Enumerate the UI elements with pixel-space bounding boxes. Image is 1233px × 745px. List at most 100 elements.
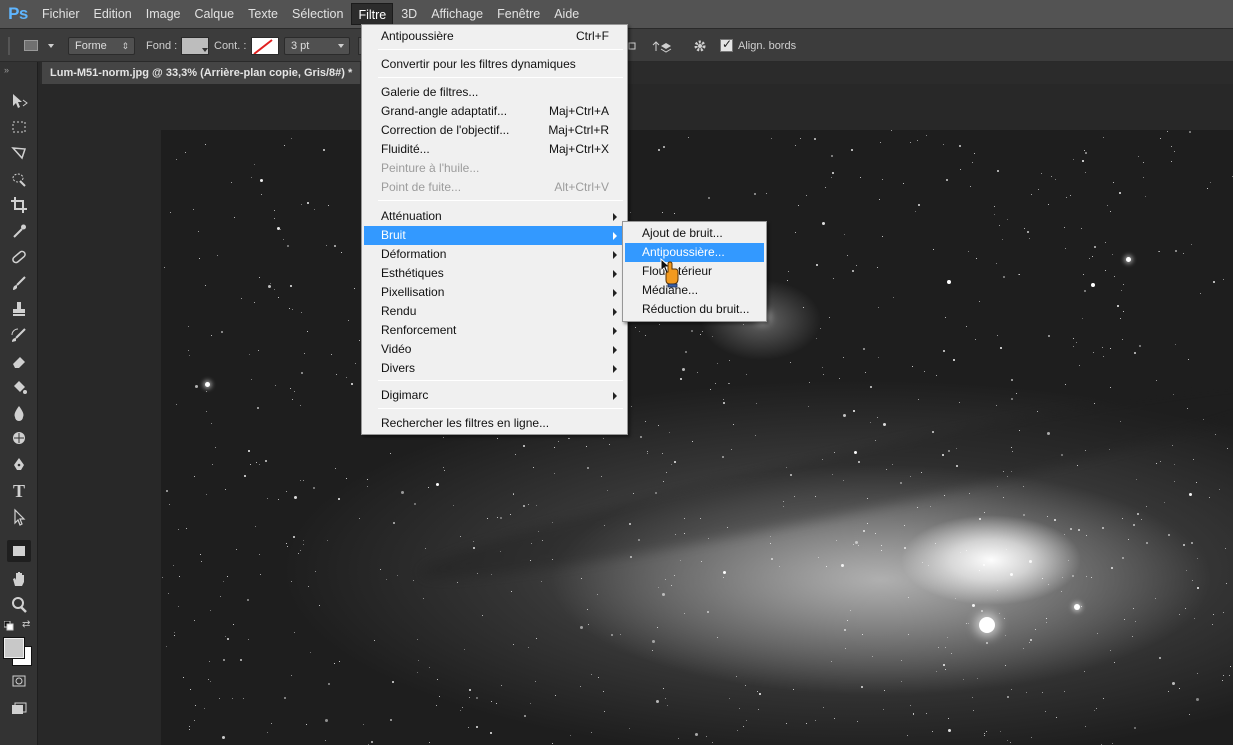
- menu-item-rendu[interactable]: Rendu: [364, 302, 625, 321]
- menu-image[interactable]: Image: [140, 3, 187, 25]
- foreground-color-swatch[interactable]: [3, 637, 25, 659]
- menu-selection[interactable]: Sélection: [286, 3, 349, 25]
- menu-item-reduction-du-bruit[interactable]: Réduction du bruit...: [625, 300, 764, 319]
- panel-collapse-icon[interactable]: »: [4, 65, 9, 75]
- screen-mode-icon[interactable]: [7, 698, 31, 720]
- zoom-icon[interactable]: [7, 594, 31, 616]
- menu-filtre[interactable]: Filtre: [351, 3, 394, 25]
- menu-fichier[interactable]: Fichier: [36, 3, 86, 25]
- marquee-icon[interactable]: [7, 116, 31, 138]
- menu-affichage[interactable]: Affichage: [425, 3, 489, 25]
- star: [977, 678, 978, 679]
- star: [926, 713, 927, 714]
- path-select-icon[interactable]: [7, 506, 31, 528]
- star: [248, 450, 250, 452]
- star: [945, 647, 946, 648]
- menu-item-video[interactable]: Vidéo: [364, 340, 625, 359]
- crop-icon[interactable]: [7, 194, 31, 216]
- menu-aide[interactable]: Aide: [548, 3, 585, 25]
- document-tab[interactable]: Lum-M51-norm.jpg @ 33,3% (Arrière-plan c…: [42, 62, 361, 84]
- star: [893, 297, 894, 298]
- menu-item-antipoussiere[interactable]: Antipoussière...: [625, 243, 764, 262]
- lasso-icon[interactable]: [7, 142, 31, 164]
- star: [631, 406, 632, 407]
- stroke-swatch[interactable]: [251, 37, 279, 55]
- menu-item-mediane[interactable]: Médiane...: [625, 281, 764, 300]
- star: [671, 585, 672, 586]
- stroke-width-field[interactable]: 3 pt: [284, 37, 350, 55]
- align-edges-checkbox[interactable]: ✓: [719, 37, 733, 55]
- rectangle-icon[interactable]: [7, 540, 31, 562]
- blur-icon[interactable]: [7, 402, 31, 424]
- star: [746, 374, 747, 375]
- clone-stamp-icon[interactable]: [7, 298, 31, 320]
- menu-item-antipoussiere-last[interactable]: Antipoussière Ctrl+F: [364, 27, 625, 46]
- history-brush-icon[interactable]: [7, 324, 31, 346]
- star: [722, 456, 724, 458]
- menu-item-pixellisation[interactable]: Pixellisation: [364, 283, 625, 302]
- star: [291, 675, 292, 676]
- star: [581, 578, 582, 579]
- tool-preset-picker[interactable]: [22, 37, 56, 55]
- menu-item-ajout-de-bruit[interactable]: Ajout de bruit...: [625, 224, 764, 243]
- star: [1065, 248, 1066, 249]
- star: [278, 297, 279, 298]
- star: [1055, 179, 1056, 180]
- star: [552, 559, 553, 560]
- star: [756, 403, 757, 404]
- star: [691, 330, 693, 332]
- star: [374, 640, 375, 641]
- menu-3d[interactable]: 3D: [395, 3, 423, 25]
- dodge-icon[interactable]: [7, 428, 31, 450]
- type-icon[interactable]: T: [7, 480, 31, 502]
- menu-texte[interactable]: Texte: [242, 3, 284, 25]
- menu-item-digimarc[interactable]: Digimarc: [364, 386, 625, 405]
- hand-icon[interactable]: [7, 568, 31, 590]
- menu-item-fluidite[interactable]: Fluidité... Maj+Ctrl+X: [364, 140, 625, 159]
- star: [788, 271, 789, 272]
- gear-icon[interactable]: [692, 37, 708, 55]
- menu-item-rechercher-filtres[interactable]: Rechercher les filtres en ligne...: [364, 414, 625, 433]
- default-colors-icon[interactable]: [3, 620, 14, 631]
- star: [533, 467, 534, 468]
- star: [289, 308, 290, 309]
- star: [662, 212, 663, 213]
- star: [257, 407, 259, 409]
- menu-fenetre[interactable]: Fenêtre: [491, 3, 546, 25]
- menu-item-esthetiques[interactable]: Esthétiques: [364, 264, 625, 283]
- star: [960, 552, 961, 553]
- menu-item-convertir-filtres-dynamiques[interactable]: Convertir pour les filtres dynamiques: [364, 55, 625, 74]
- star: [945, 669, 946, 670]
- menu-item-grand-angle[interactable]: Grand-angle adaptatif... Maj+Ctrl+A: [364, 102, 625, 121]
- menu-item-label: Esthétiques: [381, 266, 444, 280]
- star: [1227, 448, 1228, 449]
- menu-item-galerie-filtres[interactable]: Galerie de filtres...: [364, 83, 625, 102]
- menu-item-correction-objectif[interactable]: Correction de l'objectif... Maj+Ctrl+R: [364, 121, 625, 140]
- menu-item-deformation[interactable]: Déformation: [364, 245, 625, 264]
- menu-edition[interactable]: Edition: [88, 3, 138, 25]
- menu-item-attenuation[interactable]: Atténuation: [364, 207, 625, 226]
- star: [883, 709, 884, 710]
- star: [1122, 339, 1123, 340]
- eraser-icon[interactable]: [7, 350, 31, 372]
- brush-icon[interactable]: [7, 272, 31, 294]
- paint-bucket-icon[interactable]: [7, 376, 31, 398]
- star: [334, 245, 336, 247]
- menu-calque[interactable]: Calque: [189, 3, 241, 25]
- quick-select-icon[interactable]: [7, 168, 31, 190]
- swap-colors-icon[interactable]: ⇄: [22, 619, 30, 630]
- menu-item-divers[interactable]: Divers: [364, 359, 625, 378]
- menu-item-flou-interieur[interactable]: Flou intérieur: [625, 262, 764, 281]
- menu-item-bruit[interactable]: Bruit: [364, 226, 625, 245]
- path-arrange-icon[interactable]: [628, 37, 638, 55]
- shape-mode-select[interactable]: Forme ⇕: [68, 37, 135, 55]
- quick-mask-icon[interactable]: [7, 670, 31, 692]
- pen-icon[interactable]: [7, 454, 31, 476]
- eyedropper-icon[interactable]: [7, 220, 31, 242]
- fill-swatch[interactable]: [181, 37, 209, 55]
- star: [1097, 633, 1098, 634]
- move-icon[interactable]: [7, 90, 31, 112]
- menu-item-renforcement[interactable]: Renforcement: [364, 321, 625, 340]
- healing-icon[interactable]: [7, 246, 31, 268]
- layers-arrange-icon[interactable]: [650, 37, 672, 55]
